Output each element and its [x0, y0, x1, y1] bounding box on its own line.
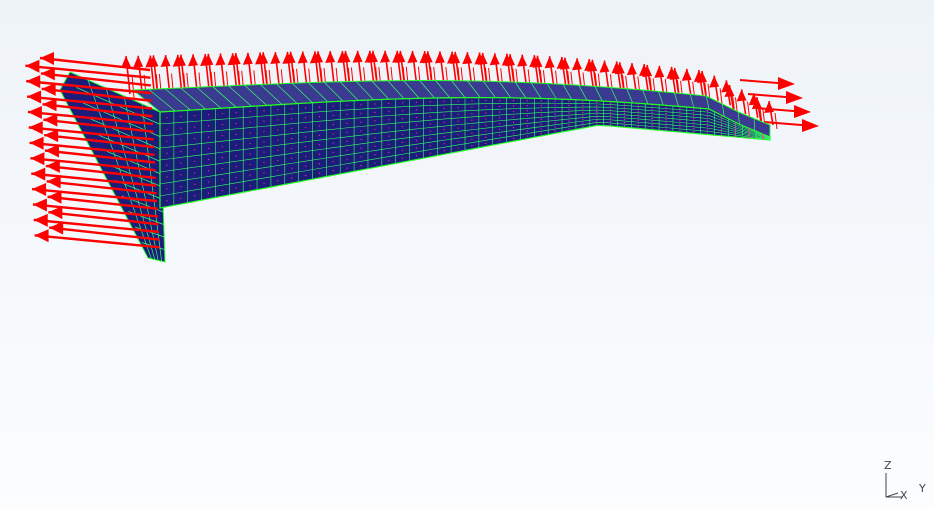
triad-x-label: X: [900, 489, 908, 502]
shell-mesh: [59, 71, 771, 263]
fem-model-render[interactable]: [0, 0, 934, 509]
3d-viewport[interactable]: Z X Y: [0, 0, 934, 509]
triad-y-label: Y: [919, 482, 926, 495]
triad-z-label: Z: [884, 459, 892, 472]
